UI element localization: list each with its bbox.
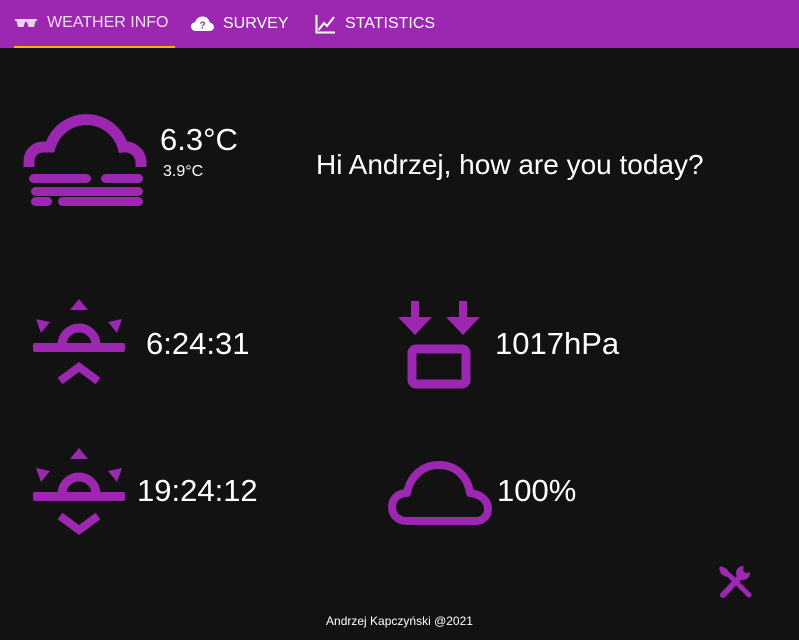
tab-survey[interactable]: ? SURVEY — [191, 0, 289, 48]
greeting-text: Hi Andrzej, how are you today? — [316, 149, 704, 180]
pressure-value: 1017hPa — [495, 326, 620, 361]
top-navigation-bar: WEATHER INFO ? SURVEY STATISTICS — [0, 0, 799, 48]
sunrise-icon — [33, 299, 125, 385]
glasses-icon — [15, 19, 37, 27]
tab-weather-info-label: WEATHER INFO — [47, 14, 169, 31]
tab-statistics-label: STATISTICS — [345, 15, 436, 32]
sunset-time: 19:24:12 — [137, 473, 258, 508]
sunrise-time: 6:24:31 — [146, 326, 250, 361]
tab-statistics[interactable]: STATISTICS — [315, 0, 435, 48]
sunset-icon — [33, 448, 125, 535]
cloudiness-value: 100% — [497, 473, 577, 508]
pressure-icon — [398, 301, 480, 389]
fog-cloud-icon — [23, 114, 147, 206]
chart-line-icon — [315, 15, 335, 34]
tools-icon[interactable] — [716, 563, 756, 601]
svg-text:?: ? — [199, 21, 205, 32]
tab-weather-info[interactable]: WEATHER INFO — [14, 0, 175, 48]
footer-credit: Andrzej Kapczyński @2021 — [326, 614, 473, 628]
tab-survey-label: SURVEY — [223, 15, 289, 32]
cloud-icon — [388, 461, 492, 525]
cloud-question-icon: ? — [191, 16, 214, 32]
feels-like-temperature: 3.9°C — [163, 163, 204, 180]
current-temperature: 6.3°C — [160, 122, 238, 157]
